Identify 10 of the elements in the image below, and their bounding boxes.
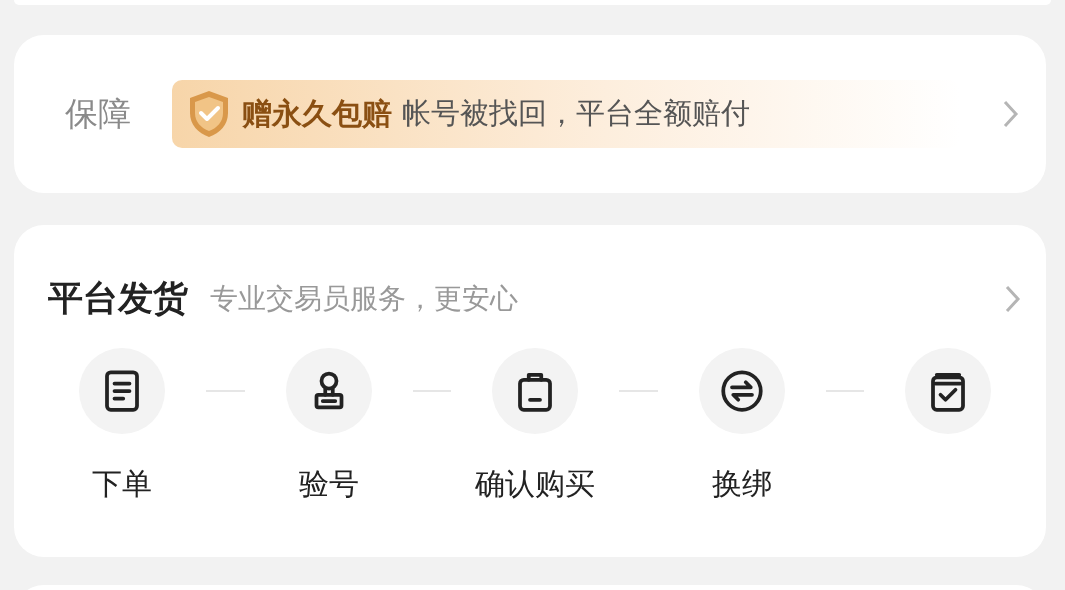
step-label: 下单 [92, 465, 152, 503]
guarantee-card[interactable]: 保障 赠永久包赔 帐号被找回，平台全额赔付 [14, 35, 1046, 193]
section-title: 平台发货 [48, 277, 188, 320]
step-label: 验号 [298, 465, 359, 503]
guarantee-text: 帐号被找回，平台全额赔付 [402, 95, 750, 132]
step-label: 换绑 [711, 465, 772, 503]
step-label: 确认购买 [475, 465, 595, 503]
guarantee-label: 保障 [64, 92, 132, 135]
section-subtitle: 专业交易员服务，更安心 [210, 280, 519, 317]
guarantee-highlight-text: 赠永久包赔 [242, 94, 392, 133]
